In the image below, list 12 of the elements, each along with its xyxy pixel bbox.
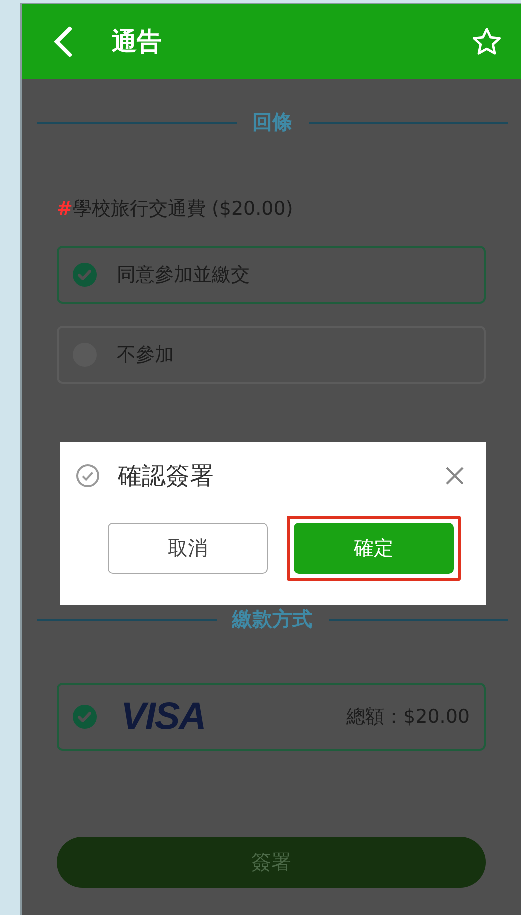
close-button[interactable] [444,465,466,487]
cancel-button[interactable]: 取消 [108,523,268,574]
card-brand-logo: VISA [121,696,207,738]
dialog-title: 確認簽署 [118,461,215,492]
page-title: 通告 [112,26,163,58]
check-circle-icon [76,464,100,488]
favorite-button[interactable] [471,26,503,58]
star-icon [471,26,503,58]
section-heading: 回條 [252,109,292,136]
back-button[interactable] [52,24,74,58]
section-heading: 繳款方式 [232,606,312,633]
confirm-button[interactable]: 確定 [294,523,454,574]
